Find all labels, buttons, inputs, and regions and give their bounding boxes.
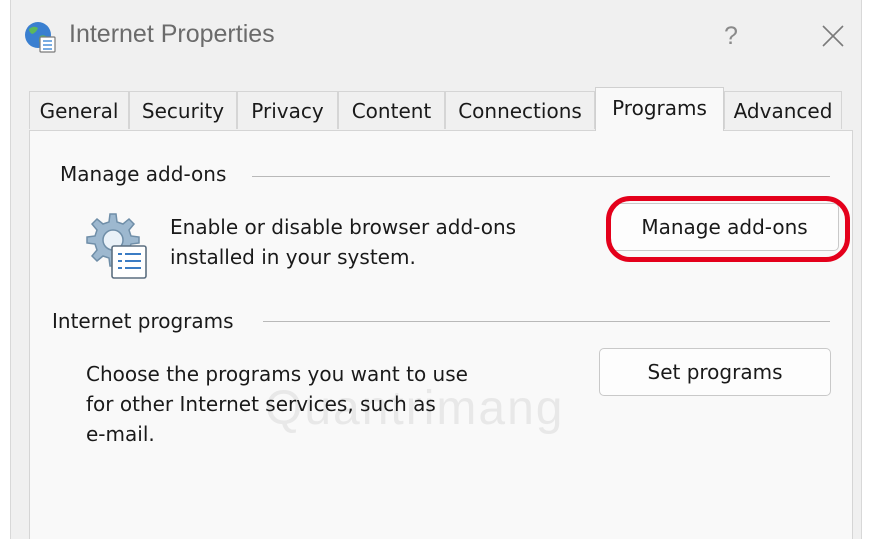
group-divider bbox=[252, 176, 830, 177]
tab-general[interactable]: General bbox=[29, 91, 129, 129]
tab-content[interactable]: Content bbox=[338, 91, 445, 129]
tab-programs[interactable]: Programs bbox=[595, 87, 724, 131]
programs-tab-panel: Quantrimang Manage add-ons Enable or dis… bbox=[29, 130, 853, 539]
internet-options-globe-icon bbox=[25, 22, 56, 53]
internet-programs-description: Choose the programs you want to use for … bbox=[86, 362, 468, 446]
help-button[interactable]: ? bbox=[711, 16, 751, 56]
tab-connections[interactable]: Connections bbox=[445, 91, 595, 129]
manage-addons-group-title: Manage add-ons bbox=[60, 162, 227, 186]
window-title: Internet Properties bbox=[69, 20, 275, 48]
addons-gear-list-icon bbox=[86, 213, 147, 279]
tab-privacy[interactable]: Privacy bbox=[237, 91, 338, 129]
internet-programs-group-title: Internet programs bbox=[52, 309, 234, 333]
manage-addons-description: Enable or disable browser add-ons instal… bbox=[170, 215, 517, 269]
group-divider bbox=[263, 321, 830, 322]
tab-security[interactable]: Security bbox=[129, 91, 237, 129]
highlight-annotation bbox=[606, 196, 850, 262]
close-icon[interactable] bbox=[811, 16, 855, 56]
tab-advanced[interactable]: Advanced bbox=[724, 91, 842, 129]
internet-properties-dialog: Internet Properties ? General Security P… bbox=[10, 0, 862, 539]
title-bar: Internet Properties ? bbox=[11, 0, 861, 76]
set-programs-button[interactable]: Set programs bbox=[599, 348, 831, 396]
